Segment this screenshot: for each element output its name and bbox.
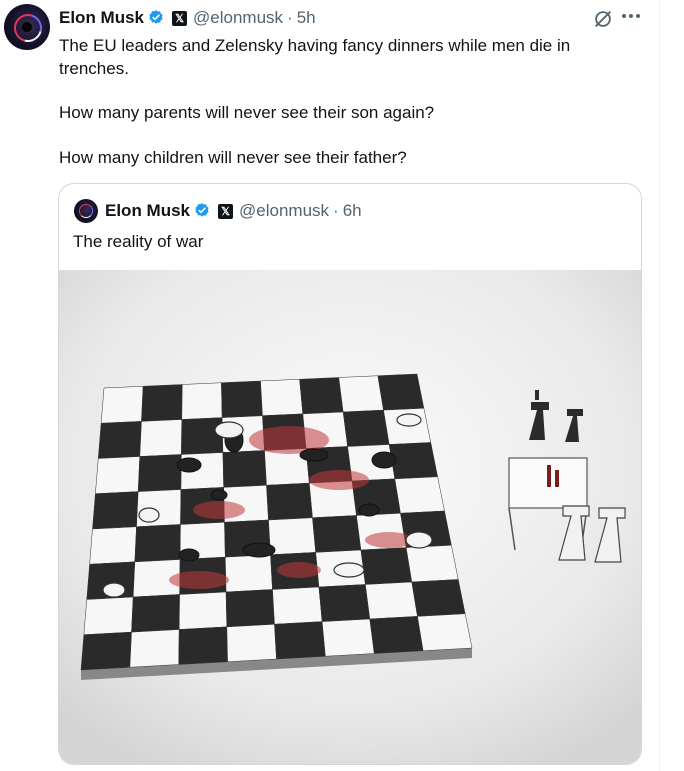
tweet-timestamp[interactable]: 5h xyxy=(297,8,316,28)
quoted-text: The reality of war xyxy=(73,232,204,251)
quoted-author-handle: @elonmusk xyxy=(239,201,330,220)
author-handle[interactable]: @elonmusk xyxy=(193,8,283,28)
x-logo-icon: 𝕏 xyxy=(218,203,234,219)
verified-badge-icon xyxy=(149,10,163,24)
quoted-image[interactable] xyxy=(59,270,641,764)
more-icon[interactable] xyxy=(622,14,640,20)
author-name[interactable]: Elon Musk xyxy=(59,8,144,28)
tweet[interactable]: Elon Musk 𝕏 @elonmusk · 5h The EU leader… xyxy=(0,0,659,771)
quoted-timestamp: 6h xyxy=(342,201,362,220)
tweet-text-line: How many parents will never see their so… xyxy=(59,103,435,122)
grok-icon[interactable] xyxy=(592,8,614,30)
tweet-header: Elon Musk 𝕏 @elonmusk · 5h xyxy=(59,6,316,30)
tweet-text-line: The EU leaders and Zelensky having fancy… xyxy=(59,36,571,78)
column-divider xyxy=(659,0,660,771)
quoted-tweet[interactable]: Elon Musk 𝕏 @elonmusk · 6h The reality o… xyxy=(58,183,642,765)
author-avatar[interactable] xyxy=(4,4,50,50)
verified-badge-icon xyxy=(195,203,209,217)
separator: · xyxy=(333,201,339,220)
quoted-header: Elon Musk 𝕏 @elonmusk · 6h xyxy=(105,200,362,222)
quoted-author-avatar xyxy=(74,199,98,223)
quoted-author-name: Elon Musk xyxy=(105,201,191,220)
x-logo-icon: 𝕏 xyxy=(172,10,188,26)
separator: · xyxy=(287,8,293,27)
tweet-text-line: How many children will never see their f… xyxy=(59,148,407,167)
